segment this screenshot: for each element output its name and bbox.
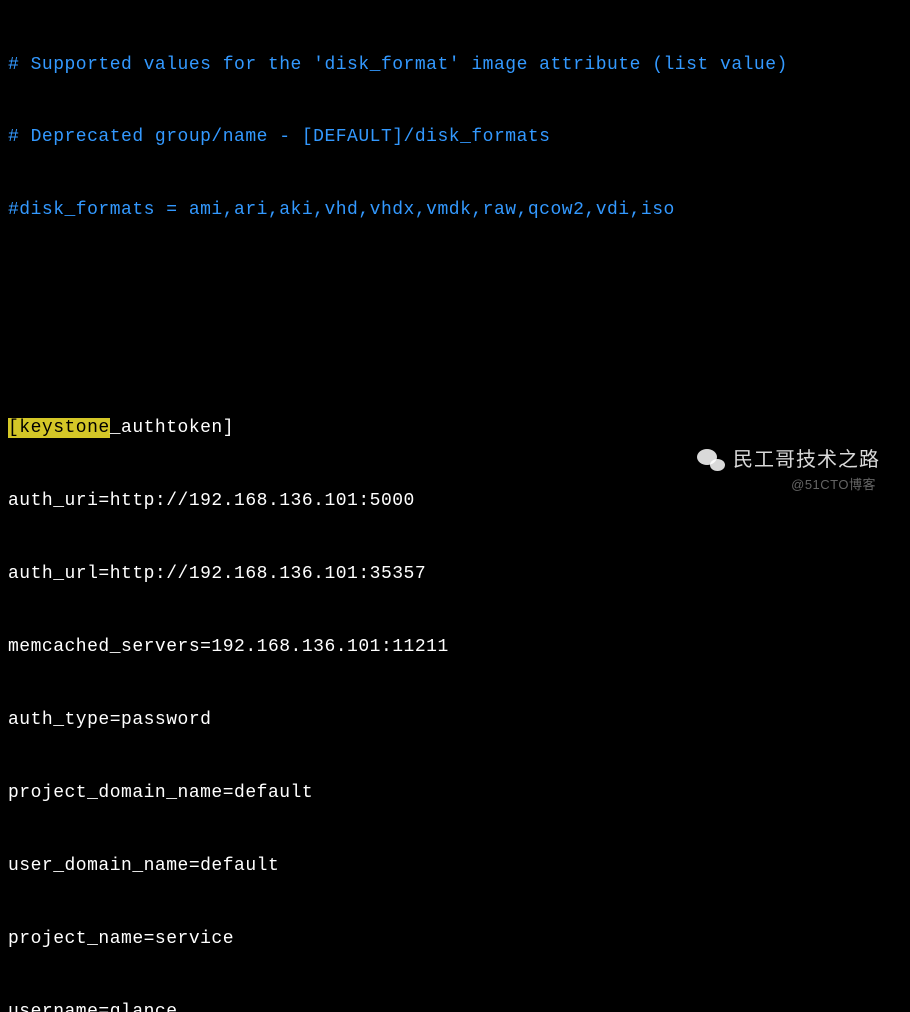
config-line-auth-type: auth_type=password bbox=[8, 708, 902, 732]
wechat-icon bbox=[697, 449, 725, 473]
config-line-user-domain: user_domain_name=default bbox=[8, 854, 902, 878]
config-line-project-domain: project_domain_name=default bbox=[8, 781, 902, 805]
config-line-memcached: memcached_servers=192.168.136.101:11211 bbox=[8, 635, 902, 659]
section-header-rest: _authtoken] bbox=[110, 418, 234, 438]
empty-line bbox=[8, 344, 902, 368]
watermark-text: 民工哥技术之路 bbox=[733, 447, 880, 474]
comment-line: # Supported values for the 'disk_format'… bbox=[8, 53, 902, 77]
watermark-subtext: @51CTO博客 bbox=[791, 476, 876, 494]
config-line-username: username=glance bbox=[8, 1000, 902, 1012]
config-line-auth-url: auth_url=http://192.168.136.101:35357 bbox=[8, 562, 902, 586]
comment-line: #disk_formats = ami,ari,aki,vhd,vhdx,vmd… bbox=[8, 198, 902, 222]
terminal-editor[interactable]: # Supported values for the 'disk_format'… bbox=[0, 0, 910, 1012]
config-line-project-name: project_name=service bbox=[8, 927, 902, 951]
search-highlight: [keystone bbox=[8, 418, 110, 438]
comment-line: # Deprecated group/name - [DEFAULT]/disk… bbox=[8, 125, 902, 149]
watermark-main: 民工哥技术之路 bbox=[697, 447, 880, 474]
empty-line bbox=[8, 271, 902, 295]
section-header: [keystone_authtoken] bbox=[8, 416, 902, 440]
watermark: 民工哥技术之路 @51CTO博客 bbox=[697, 447, 880, 494]
